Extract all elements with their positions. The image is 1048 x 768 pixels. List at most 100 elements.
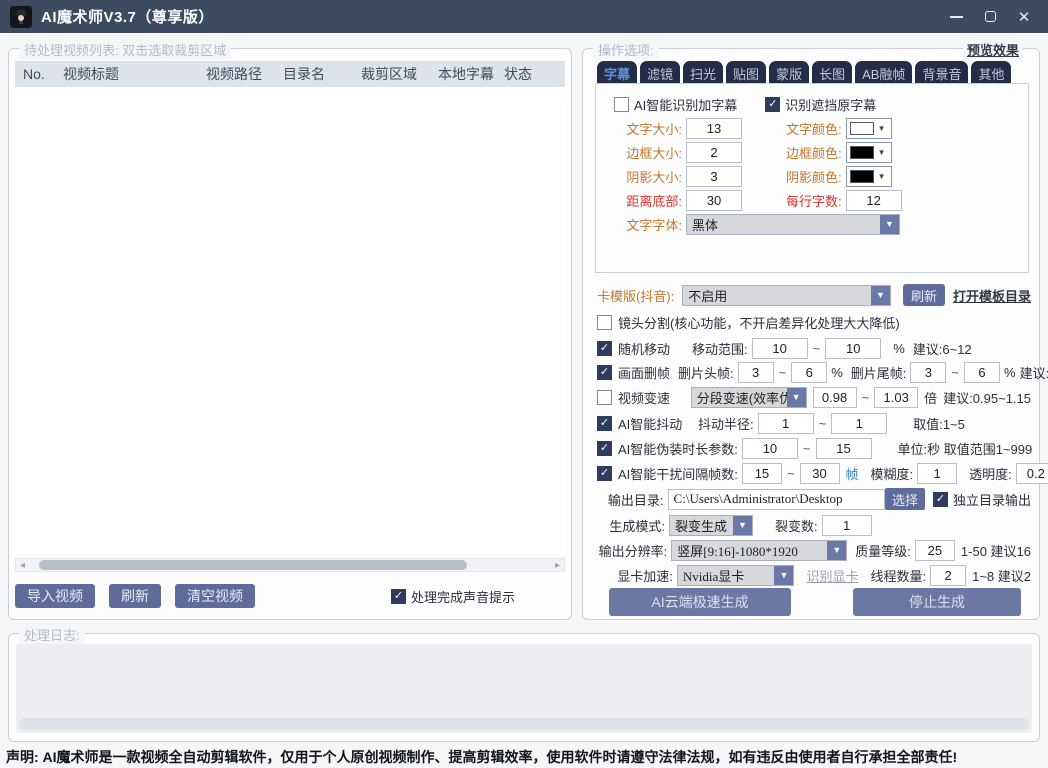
interval-max-input[interactable] [800,463,840,484]
template-value: 不启用 [683,286,871,305]
fission-count-label: 裂变数: [775,516,818,535]
interval-unit: 帧 [846,464,859,483]
tilde-separator: ~ [779,365,787,380]
fission-count-input[interactable] [822,515,872,536]
opacity-input[interactable] [1016,463,1048,484]
choose-dir-button[interactable]: 选择 [885,488,925,510]
move-range-min-input[interactable] [752,338,808,359]
random-move-label: 随机移动 [618,339,684,358]
border-size-label: 边框大小: [614,143,682,162]
head-frames-max-input[interactable] [791,362,827,383]
jitter-max-input[interactable] [831,413,887,434]
window-title: AI魔术师V3.7（尊享版） [41,6,214,27]
tail-frames-unit: % [1004,365,1016,380]
lens-split-checkbox[interactable] [597,315,612,330]
border-color-label: 边框颜色: [786,143,842,162]
shadow-color-dropdown[interactable]: ▼ [846,166,892,187]
threads-input[interactable] [930,565,966,586]
resolution-value: 竖屏[9:16]-1080*1920 [672,541,827,560]
standalone-dir-checkbox[interactable] [933,492,948,507]
border-size-input[interactable] [686,142,742,163]
move-range-max-input[interactable] [825,338,881,359]
refresh-list-button[interactable]: 刷新 [109,584,161,608]
open-template-dir-link[interactable]: 打开模板目录 [953,286,1031,305]
cover-original-subtitle-checkbox[interactable] [765,97,780,112]
template-refresh-button[interactable]: 刷新 [903,284,945,306]
speed-max-input[interactable] [874,387,918,408]
head-frames-min-input[interactable] [738,362,774,383]
bottom-distance-input[interactable] [686,190,742,211]
interval-min-input[interactable] [742,463,782,484]
disclaimer-text: 声明: AI魔术师是一款视频全自动剪辑软件，仅用于个人原创视频制作、提高剪辑效率… [0,745,1048,768]
column-subtitle: 本地字幕 [430,64,496,84]
tail-frames-label: 删片尾帧: [851,363,907,382]
log-scrollbar[interactable] [19,718,1029,730]
tilde-separator: ~ [803,441,811,456]
video-list-body[interactable] [15,87,565,555]
font-color-label: 文字颜色: [786,119,842,138]
ai-add-subtitle-checkbox[interactable] [614,97,629,112]
blur-input[interactable] [917,463,957,484]
move-range-hint: 建议:6~12 [913,339,972,358]
stop-generate-button[interactable]: 停止生成 [853,588,1021,616]
maximize-button[interactable] [982,9,998,25]
minimize-button[interactable] [948,9,964,25]
ai-jitter-checkbox[interactable] [597,416,612,431]
font-family-select[interactable]: 黑体 ▼ [686,214,900,235]
ai-interfere-checkbox[interactable] [597,466,612,481]
speed-min-input[interactable] [813,387,857,408]
tail-frames-min-input[interactable] [910,362,946,383]
import-video-button[interactable]: 导入视频 [15,584,95,608]
speed-mode-select[interactable]: 分段变速(效率优 ▼ [691,387,807,408]
close-button[interactable]: ✕ [1016,9,1032,25]
quality-input[interactable] [915,540,955,561]
scroll-left-icon[interactable]: ◂ [16,560,29,571]
preview-effect-link[interactable]: 预览效果 [963,40,1023,59]
process-log-area[interactable] [16,644,1032,733]
chevron-down-icon: ▼ [871,286,890,305]
gpu-value: Nvidia显卡 [678,566,775,585]
sound-tip-checkbox[interactable] [391,589,406,604]
duration-min-input[interactable] [742,438,798,459]
app-logo-icon [10,6,32,28]
lens-split-label: 镜头分割(核心功能，不开启差异化处理大大降低) [618,313,900,332]
threads-hint: 1~8 建议2 [972,566,1031,585]
list-horizontal-scrollbar[interactable]: ◂ ▸ [15,558,565,572]
ai-jitter-label: AI智能抖动 [618,414,698,433]
font-family-value: 黑体 [687,215,880,234]
gpu-label: 显卡加速: [597,566,673,585]
border-color-swatch [850,146,874,159]
speed-unit: 倍 [924,388,937,407]
font-size-label: 文字大小: [614,119,682,138]
frame-delete-checkbox[interactable] [597,365,612,380]
font-color-dropdown[interactable]: ▼ [846,118,892,139]
shadow-color-swatch [850,170,874,183]
ai-disguise-checkbox[interactable] [597,441,612,456]
shadow-size-input[interactable] [686,166,742,187]
speed-change-checkbox[interactable] [597,390,612,405]
bottom-distance-label: 距离底部: [614,191,682,210]
move-range-label: 移动范围: [692,339,748,358]
scrollbar-thumb[interactable] [39,560,467,570]
process-log-title: 处理日志: [19,625,85,644]
resolution-select[interactable]: 竖屏[9:16]-1080*1920 ▼ [671,540,847,561]
detect-gpu-link[interactable]: 识别显卡 [806,566,858,585]
clear-videos-button[interactable]: 清空视频 [175,584,255,608]
border-color-dropdown[interactable]: ▼ [846,142,892,163]
gen-mode-select[interactable]: 裂变生成 ▼ [669,515,753,536]
template-select[interactable]: 不启用 ▼ [682,285,891,306]
jitter-hint: 取值:1~5 [913,414,965,433]
video-list-group-title: 待处理视频列表: 双击选取裁剪区域 [19,40,231,59]
jitter-min-input[interactable] [758,413,814,434]
tail-frames-max-input[interactable] [964,362,1000,383]
chars-per-line-input[interactable] [846,190,902,211]
duration-max-input[interactable] [816,438,872,459]
output-dir-input[interactable] [668,489,885,510]
font-size-input[interactable] [686,118,742,139]
random-move-checkbox[interactable] [597,341,612,356]
cloud-generate-button[interactable]: AI云端极速生成 [609,588,791,616]
gpu-select[interactable]: Nvidia显卡 ▼ [677,565,795,586]
sound-tip-label: 处理完成声音提示 [411,587,515,606]
scroll-right-icon[interactable]: ▸ [551,560,564,571]
template-label: 卡模版(抖音): [597,286,674,305]
